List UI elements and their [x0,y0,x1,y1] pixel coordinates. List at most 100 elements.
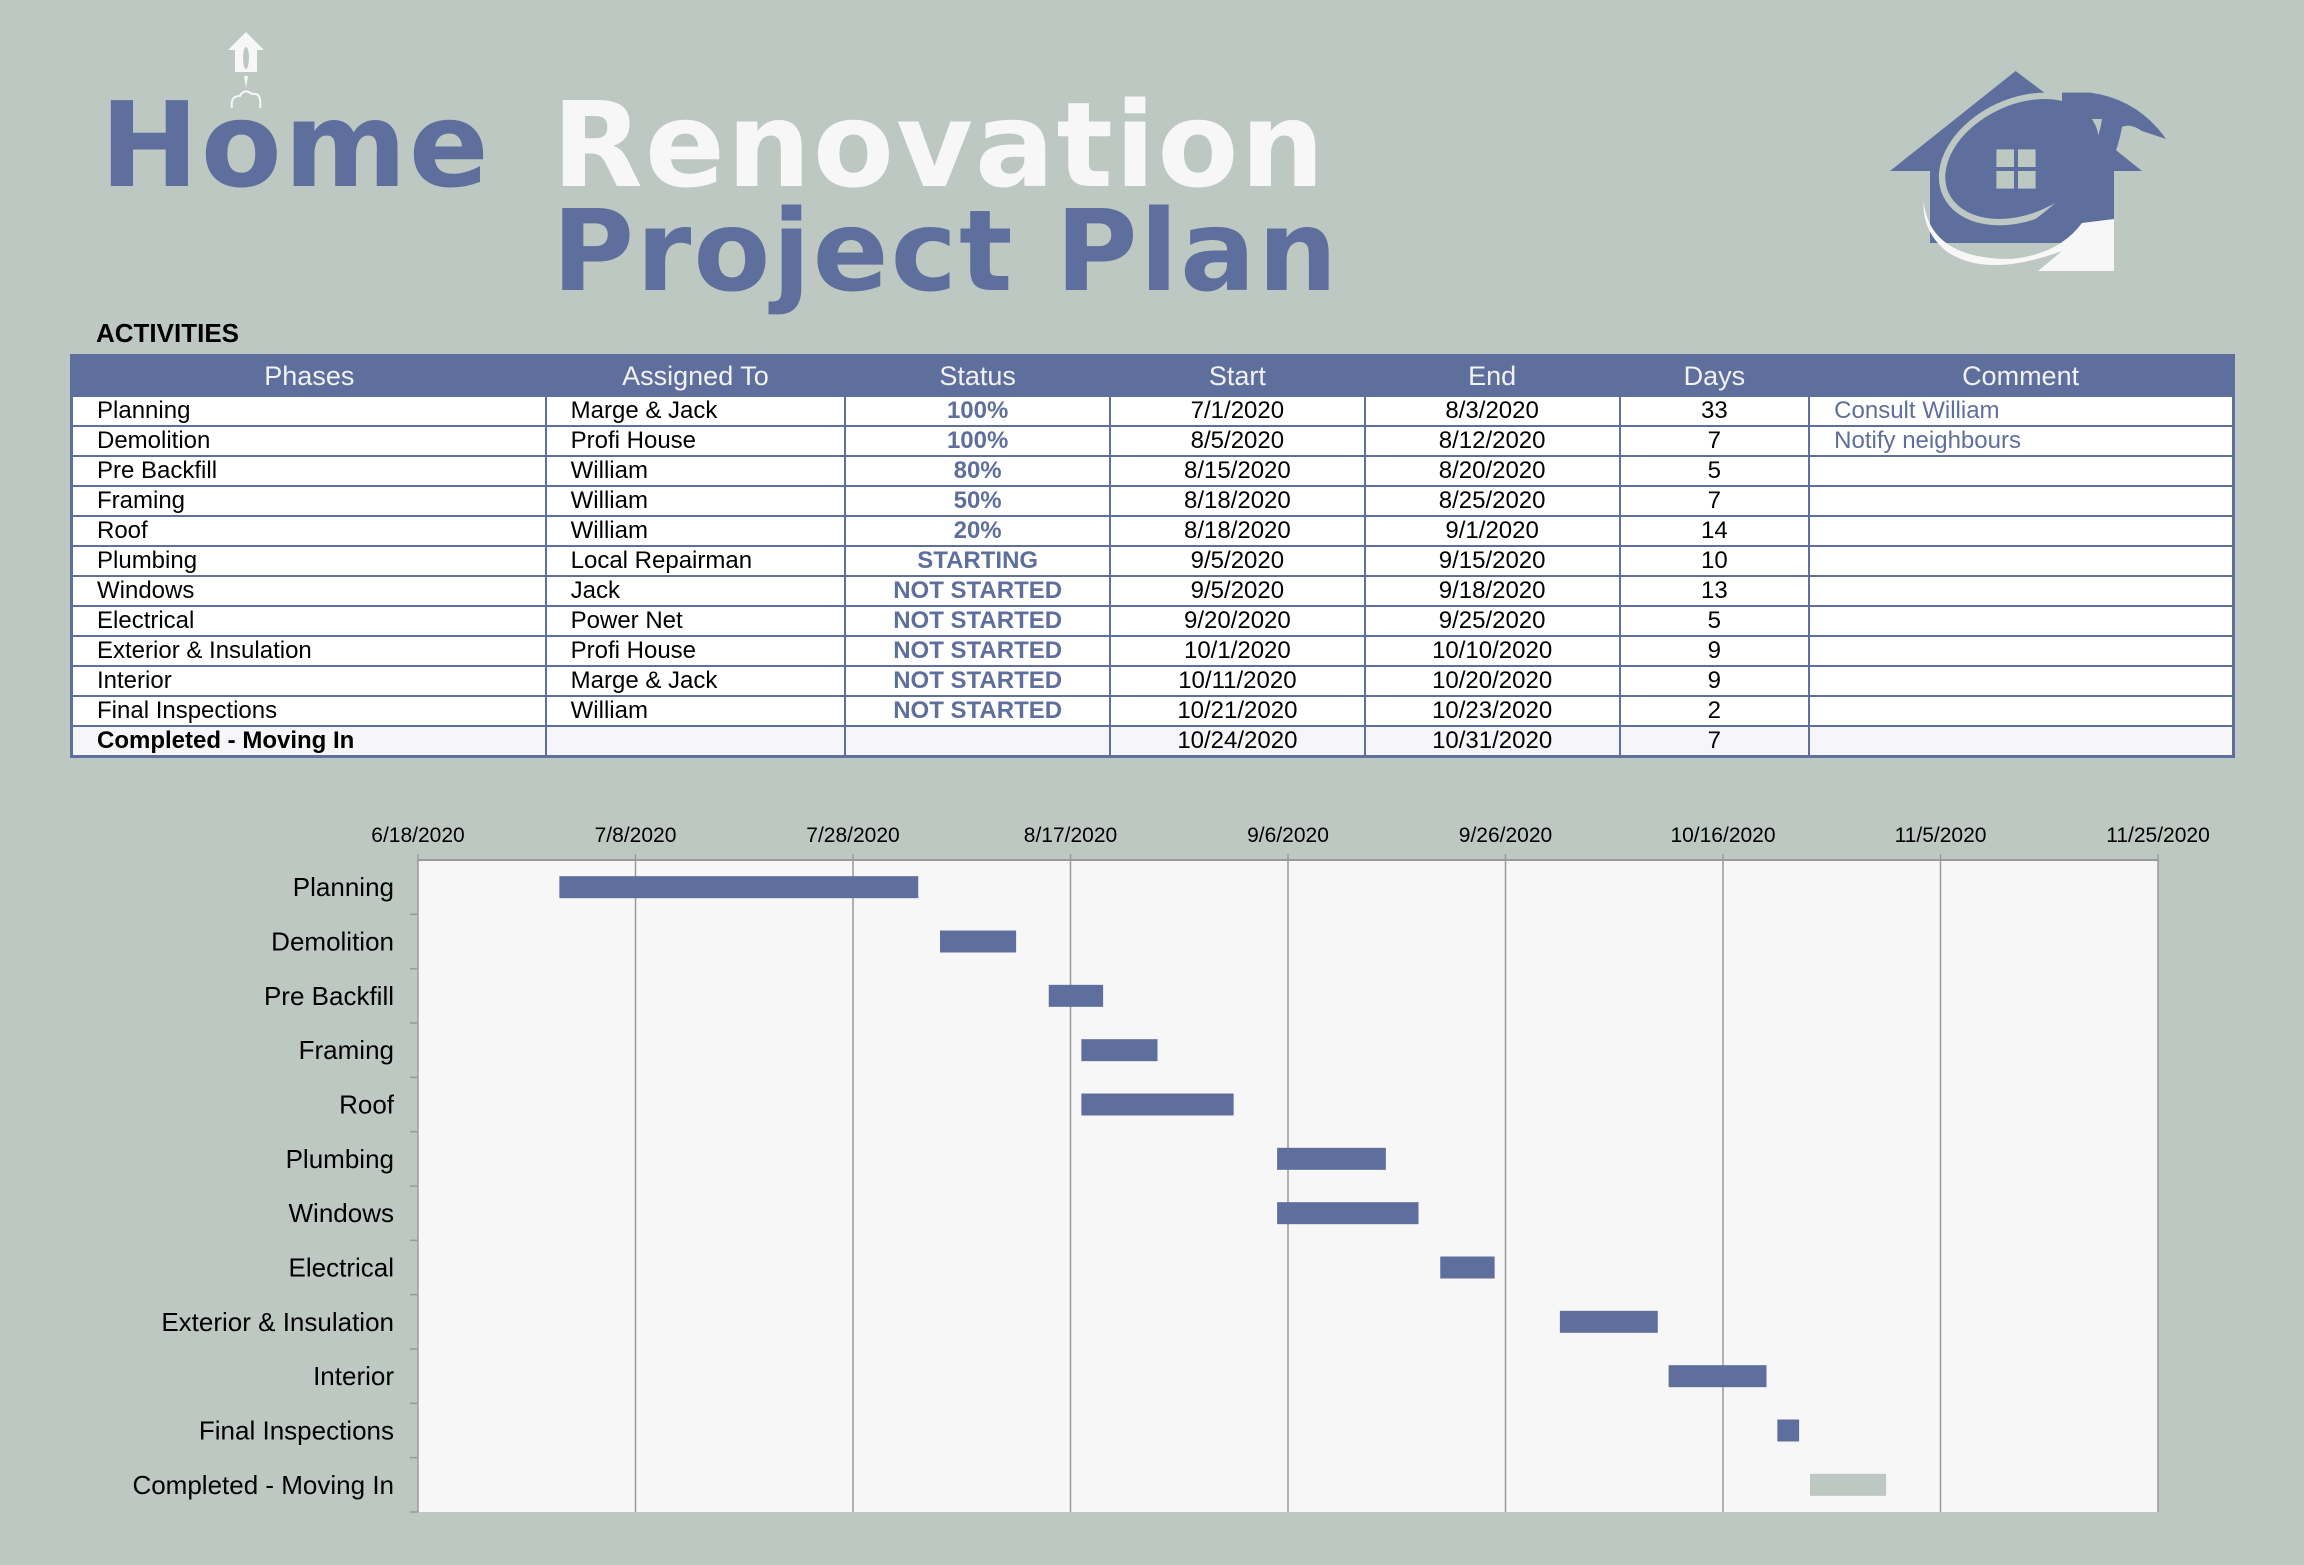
days-cell[interactable]: 2 [1618,695,1811,727]
comment-cell[interactable] [1808,695,2235,727]
comment-cell[interactable] [1808,605,2235,637]
phase-cell[interactable]: Electrical [70,605,547,637]
column-header-end[interactable]: End [1364,355,1620,396]
comment-cell[interactable] [1808,635,2235,667]
days-cell[interactable]: 33 [1618,395,1811,427]
end-date-cell[interactable]: 9/18/2020 [1363,575,1621,607]
comment-cell[interactable] [1808,455,2235,487]
gantt-bar [1277,1202,1419,1225]
table-row: Exterior & Insulation Profi House NOT STAR… [70,635,2235,667]
start-date-cell[interactable]: 10/11/2020 [1109,665,1366,697]
house-hammer-logo-icon [1850,40,2210,310]
status-cell[interactable]: NOT STARTED [844,665,1111,697]
phase-cell[interactable]: Windows [70,575,547,607]
x-tick-label: 9/26/2020 [1459,824,1552,847]
phase-cell[interactable]: Final Inspections [70,695,547,727]
days-cell[interactable]: 14 [1618,515,1811,547]
assigned-to-cell[interactable]: Profi House [544,425,847,457]
phase-cell[interactable]: Interior [70,665,547,697]
status-cell[interactable]: 100% [844,425,1111,457]
assigned-to-cell[interactable]: William [544,695,847,727]
assigned-to-cell[interactable] [544,725,847,758]
days-cell[interactable]: 7 [1618,725,1811,758]
status-cell[interactable]: 20% [844,515,1111,547]
status-cell[interactable]: NOT STARTED [844,695,1111,727]
end-date-cell[interactable]: 8/20/2020 [1363,455,1621,487]
end-date-cell[interactable]: 9/1/2020 [1363,515,1621,547]
start-date-cell[interactable]: 10/24/2020 [1109,725,1366,758]
days-cell[interactable]: 5 [1618,605,1811,637]
days-cell[interactable]: 7 [1618,425,1811,457]
days-cell[interactable]: 10 [1618,545,1811,577]
status-cell[interactable]: NOT STARTED [844,605,1111,637]
assigned-to-cell[interactable]: William [544,485,847,517]
end-date-cell[interactable]: 10/23/2020 [1363,695,1621,727]
phase-cell[interactable]: Exterior & Insulation [70,635,547,667]
status-cell[interactable]: 80% [844,455,1111,487]
end-date-cell[interactable]: 8/3/2020 [1363,395,1621,427]
assigned-to-cell[interactable]: Marge & Jack [544,395,847,427]
comment-cell[interactable]: Consult William [1808,395,2235,427]
days-cell[interactable]: 13 [1618,575,1811,607]
status-cell[interactable]: NOT STARTED [844,575,1111,607]
start-date-cell[interactable]: 8/15/2020 [1109,455,1366,487]
days-cell[interactable]: 9 [1618,635,1811,667]
phase-cell[interactable]: Planning [70,395,547,427]
end-date-cell[interactable]: 8/12/2020 [1363,425,1621,457]
end-date-cell[interactable]: 10/20/2020 [1363,665,1621,697]
column-header-phases[interactable]: Phases [71,355,546,396]
assigned-to-cell[interactable]: Power Net [544,605,847,637]
start-date-cell[interactable]: 8/18/2020 [1109,515,1366,547]
comment-cell[interactable]: Notify neighbours [1808,425,2235,457]
end-date-cell[interactable]: 8/25/2020 [1363,485,1621,517]
phase-cell[interactable]: Framing [70,485,547,517]
assigned-to-cell[interactable]: Profi House [544,635,847,667]
start-date-cell[interactable]: 7/1/2020 [1109,395,1366,427]
table-row: Roof William 20% 8/18/2020 9/1/2020 14 [70,515,2235,547]
start-date-cell[interactable]: 9/5/2020 [1109,545,1366,577]
column-header-comment[interactable]: Comment [1809,355,2234,396]
assigned-to-cell[interactable]: Local Repairman [544,545,847,577]
days-cell[interactable]: 9 [1618,665,1811,697]
start-date-cell[interactable]: 8/18/2020 [1109,485,1366,517]
start-date-cell[interactable]: 9/20/2020 [1109,605,1366,637]
comment-cell[interactable] [1808,575,2235,607]
end-date-cell[interactable]: 9/15/2020 [1363,545,1621,577]
column-header-days[interactable]: Days [1619,355,1810,396]
assigned-to-cell[interactable]: William [544,515,847,547]
phase-cell[interactable]: Pre Backfill [70,455,547,487]
end-date-cell[interactable]: 9/25/2020 [1363,605,1621,637]
column-header-start[interactable]: Start [1110,355,1365,396]
comment-cell[interactable] [1808,485,2235,517]
days-cell[interactable]: 5 [1618,455,1811,487]
activities-heading: ACTIVITIES [96,318,240,348]
status-cell[interactable] [844,725,1111,758]
status-cell[interactable]: 50% [844,485,1111,517]
comment-cell[interactable] [1808,545,2235,577]
phase-cell[interactable]: Roof [70,515,547,547]
comment-cell[interactable] [1808,665,2235,697]
end-date-cell[interactable]: 10/31/2020 [1363,725,1621,758]
comment-cell[interactable] [1808,515,2235,547]
comment-cell[interactable] [1808,725,2235,758]
gantt-bar [1081,1093,1234,1116]
start-date-cell[interactable]: 10/21/2020 [1109,695,1366,727]
status-cell[interactable]: 100% [844,395,1111,427]
end-date-cell[interactable]: 10/10/2020 [1363,635,1621,667]
phase-cell[interactable]: Demolition [70,425,547,457]
phase-cell[interactable]: Plumbing [70,545,547,577]
column-header-status[interactable]: Status [845,355,1110,396]
assigned-to-cell[interactable]: William [544,455,847,487]
start-date-cell[interactable]: 10/1/2020 [1109,635,1366,667]
status-cell[interactable]: STARTING [844,545,1111,577]
assigned-to-cell[interactable]: Jack [544,575,847,607]
start-date-cell[interactable]: 9/5/2020 [1109,575,1366,607]
category-label: Interior [313,1361,394,1391]
phase-cell[interactable]: Completed - Moving In [70,725,547,758]
status-cell[interactable]: NOT STARTED [844,635,1111,667]
column-header-assigned-to[interactable]: Assigned To [545,355,846,396]
days-cell[interactable]: 7 [1618,485,1811,517]
start-date-cell[interactable]: 8/5/2020 [1109,425,1366,457]
assigned-to-cell[interactable]: Marge & Jack [544,665,847,697]
table-row: Planning Marge & Jack 100% 7/1/2020 8/3/2020… [70,395,2235,427]
